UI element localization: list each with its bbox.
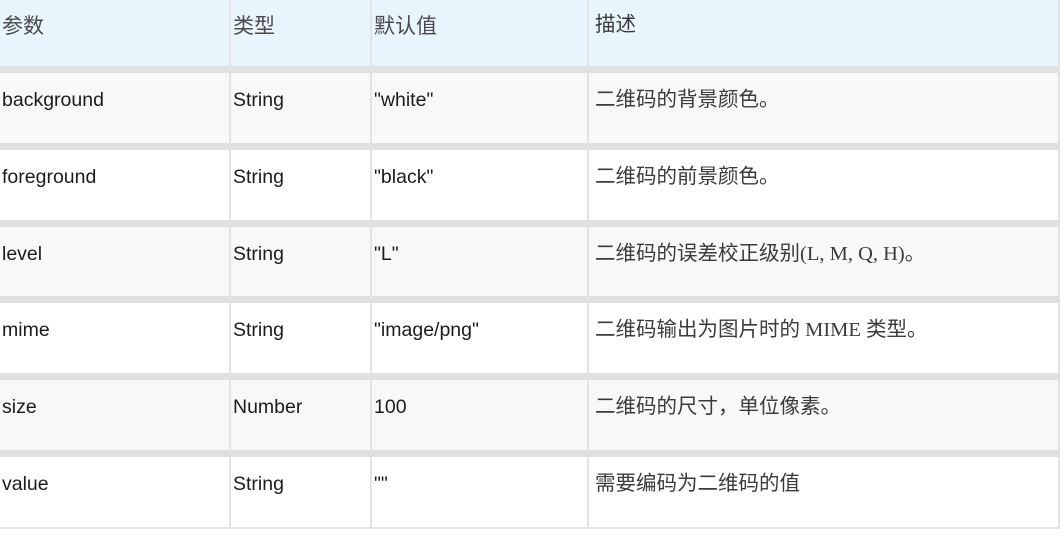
cell-desc: 二维码的前景颜色。 <box>589 150 1060 227</box>
table-row: background String "white" 二维码的背景颜色。 <box>0 73 1060 151</box>
cell-type: Number <box>231 380 372 457</box>
column-header-type: 类型 <box>231 0 372 74</box>
cell-type: String <box>231 150 372 227</box>
parameters-table: 参数 类型 默认值 描述 background String "white" 二维码的… <box>0 0 1060 529</box>
cell-default: "L" <box>372 226 589 304</box>
cell-default: "image/png" <box>372 303 589 381</box>
table-row: level String "L" 二维码的误差校正级别(L, M, Q, H)。 <box>0 226 1060 304</box>
column-header-desc: 描述 <box>589 0 1060 74</box>
cell-param: mime <box>0 303 231 381</box>
table-row: foreground String "black" 二维码的前景颜色。 <box>0 150 1060 227</box>
cell-default: "white" <box>372 73 589 151</box>
cell-param: size <box>0 380 231 457</box>
cell-param: level <box>0 226 231 304</box>
cell-type: String <box>231 73 372 151</box>
cell-desc: 二维码的尺寸，单位像素。 <box>589 380 1060 457</box>
table-body: background String "white" 二维码的背景颜色。 foregrou… <box>0 73 1060 529</box>
cell-desc: 需要编码为二维码的值 <box>589 456 1060 529</box>
table-row: mime String "image/png" 二维码输出为图片时的 MIME 类型。 <box>0 303 1060 381</box>
column-header-default: 默认值 <box>372 0 589 74</box>
cell-param: foreground <box>0 150 231 227</box>
column-header-param: 参数 <box>0 0 231 74</box>
cell-default: "black" <box>372 150 589 227</box>
cell-default: 100 <box>372 380 589 457</box>
table-header: 参数 类型 默认值 描述 <box>0 0 1060 74</box>
cell-type: String <box>231 303 372 381</box>
cell-desc: 二维码的误差校正级别(L, M, Q, H)。 <box>589 226 1060 304</box>
cell-param: background <box>0 73 231 151</box>
table-row: size Number 100 二维码的尺寸，单位像素。 <box>0 380 1060 457</box>
table-row: value String "" 需要编码为二维码的值 <box>0 456 1060 529</box>
cell-desc: 二维码输出为图片时的 MIME 类型。 <box>589 303 1060 381</box>
cell-type: String <box>231 456 372 529</box>
cell-type: String <box>231 226 372 304</box>
table-header-row: 参数 类型 默认值 描述 <box>0 0 1060 74</box>
cell-desc: 二维码的背景颜色。 <box>589 73 1060 151</box>
cell-param: value <box>0 456 231 529</box>
cell-default: "" <box>372 456 589 529</box>
